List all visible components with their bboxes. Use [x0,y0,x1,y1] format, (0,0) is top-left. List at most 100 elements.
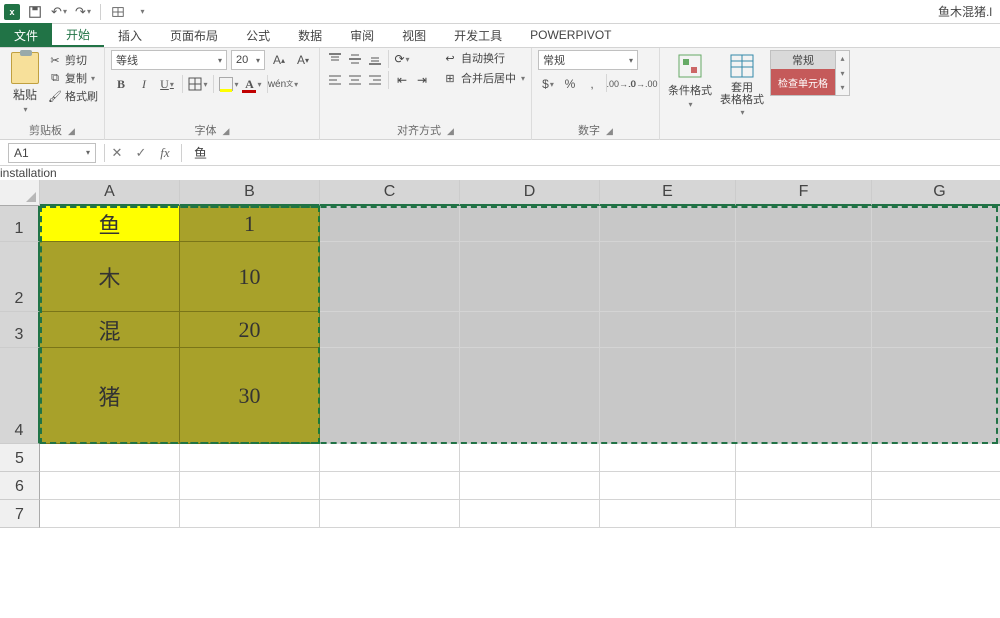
decrease-decimal-button[interactable]: .0→.00 [633,74,653,94]
decrease-font-button[interactable]: A▾ [293,50,313,70]
cell-F2[interactable] [736,242,872,312]
cell-C4[interactable] [320,348,460,444]
tab-powerpivot[interactable]: POWERPIVOT [516,23,625,47]
tab-formulas[interactable]: 公式 [232,23,284,47]
comma-button[interactable]: , [582,74,602,94]
tab-developer[interactable]: 开发工具 [440,23,516,47]
cell-B1[interactable]: 1 [180,206,320,242]
cell-styles-gallery[interactable]: 常规 检查单元格 [770,50,836,96]
col-header-G[interactable]: G [872,180,1000,206]
tab-insert[interactable]: 插入 [104,23,156,47]
cell-F1[interactable] [736,206,872,242]
qat-dropdown-icon[interactable]: ▾ [133,3,151,21]
tab-review[interactable]: 审阅 [336,23,388,47]
borders-button[interactable]: ▾ [188,74,208,94]
align-right-button[interactable] [366,71,384,89]
number-format-combo[interactable]: 常规 ▾ [538,50,638,70]
col-header-A[interactable]: A [40,180,180,206]
format-painter-button[interactable]: 🖌 格式刷 [48,88,98,104]
qat-custom-1-icon[interactable] [109,3,127,21]
row-header-5[interactable]: 5 [0,444,40,472]
cell-E5[interactable] [600,444,736,472]
cell-F5[interactable] [736,444,872,472]
cell-C5[interactable] [320,444,460,472]
cell-A1[interactable]: 鱼 [40,206,180,242]
cell-B4[interactable]: 30 [180,348,320,444]
tab-page-layout[interactable]: 页面布局 [156,23,232,47]
undo-icon[interactable]: ↶▾ [50,3,68,21]
cell-A5[interactable] [40,444,180,472]
cell-A4[interactable]: 猪 [40,348,180,444]
dialog-launcher-icon[interactable]: ◢ [68,126,75,136]
cancel-formula-button[interactable]: ✕ [105,143,129,163]
increase-font-button[interactable]: A▴ [269,50,289,70]
cell-F6[interactable] [736,472,872,500]
enter-formula-button[interactable]: ✓ [129,143,153,163]
cell-F7[interactable] [736,500,872,528]
conditional-formatting-button[interactable]: 条件格式 ▾ [666,50,714,109]
decrease-indent-button[interactable]: ⇤ [393,71,411,89]
cell-A2[interactable]: 木 [40,242,180,312]
orientation-button[interactable]: ⟳▾ [393,50,411,68]
row-header-4[interactable]: 4 [0,348,40,444]
cell-C6[interactable] [320,472,460,500]
dialog-launcher-icon[interactable]: ◢ [447,126,454,136]
wrap-text-button[interactable]: ↩ 自动换行 [443,50,525,66]
cell-E6[interactable] [600,472,736,500]
accounting-button[interactable]: $▾ [538,74,558,94]
cell-E7[interactable] [600,500,736,528]
merge-center-button[interactable]: ⊞ 合并后居中 ▾ [443,70,525,86]
cell-G4[interactable] [872,348,1000,444]
cell-G6[interactable] [872,472,1000,500]
formula-input[interactable]: 鱼 [186,143,1000,163]
col-header-F[interactable]: F [736,180,872,206]
cell-C2[interactable] [320,242,460,312]
cell-G2[interactable] [872,242,1000,312]
align-top-button[interactable] [326,50,344,68]
cell-B3[interactable]: 20 [180,312,320,348]
cell-F3[interactable] [736,312,872,348]
cell-G5[interactable] [872,444,1000,472]
cell-B5[interactable] [180,444,320,472]
cell-G1[interactable] [872,206,1000,242]
tab-data[interactable]: 数据 [284,23,336,47]
cell-D1[interactable] [460,206,600,242]
cell-B7[interactable] [180,500,320,528]
insert-function-button[interactable]: fx [153,143,177,163]
tab-view[interactable]: 视图 [388,23,440,47]
row-header-1[interactable]: 1 [0,206,40,242]
cell-G7[interactable] [872,500,1000,528]
font-size-combo[interactable]: 20 ▾ [231,50,265,70]
phonetic-button[interactable]: wén文▾ [273,74,293,94]
cell-D3[interactable] [460,312,600,348]
align-left-button[interactable] [326,71,344,89]
cell-B6[interactable] [180,472,320,500]
underline-button[interactable]: U▾ [157,74,177,94]
format-as-table-button[interactable]: 套用 表格格式 ▾ [718,50,766,117]
cell-D2[interactable] [460,242,600,312]
row-header-2[interactable]: 2 [0,242,40,312]
col-header-D[interactable]: D [460,180,600,206]
cell-A7[interactable] [40,500,180,528]
col-header-C[interactable]: C [320,180,460,206]
align-center-button[interactable] [346,71,364,89]
align-middle-button[interactable] [346,50,364,68]
redo-icon[interactable]: ↷▾ [74,3,92,21]
cell-A3[interactable]: 混 [40,312,180,348]
row-header-6[interactable]: 6 [0,472,40,500]
increase-indent-button[interactable]: ⇥ [413,71,431,89]
percent-button[interactable]: % [560,74,580,94]
row-header-3[interactable]: 3 [0,312,40,348]
cell-G3[interactable] [872,312,1000,348]
tab-file[interactable]: 文件 [0,23,52,47]
font-color-button[interactable]: A▾ [242,74,262,94]
styles-more-button[interactable]: ▴ ▾ ▾ [836,50,850,96]
cell-D6[interactable] [460,472,600,500]
tab-home[interactable]: 开始 [52,23,104,47]
cell-D7[interactable] [460,500,600,528]
fill-color-button[interactable]: ▾ [219,74,239,94]
bold-button[interactable]: B [111,74,131,94]
cell-F4[interactable] [736,348,872,444]
cell-A6[interactable] [40,472,180,500]
cell-E1[interactable] [600,206,736,242]
